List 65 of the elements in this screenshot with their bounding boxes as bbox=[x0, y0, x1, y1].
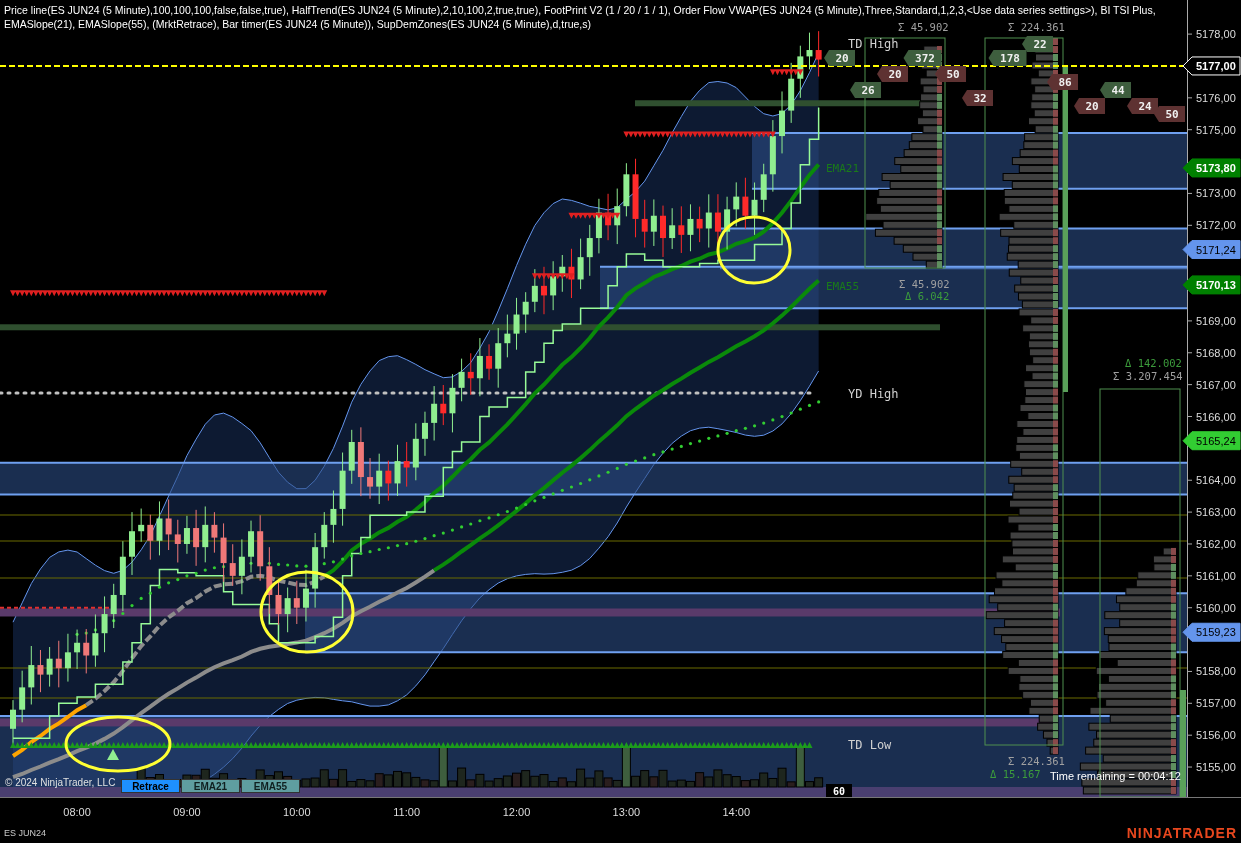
level-label: TD High bbox=[848, 36, 899, 51]
price-marker: 5173,80 bbox=[1182, 158, 1241, 178]
price-marker: 5171,24 bbox=[1182, 240, 1241, 259]
footprint-badge: 22 bbox=[1022, 36, 1053, 52]
price-tick-label: 5162,00 bbox=[1196, 537, 1236, 550]
footprint-badge: 32 bbox=[962, 90, 993, 106]
time-tick-label: 09:00 bbox=[173, 806, 201, 818]
price-tick-label: 5164,00 bbox=[1196, 474, 1236, 487]
volume-stat: Σ 3.207.454 bbox=[1113, 370, 1183, 382]
price-tick-label: 5157,00 bbox=[1196, 697, 1236, 710]
price-tick-label: 5172,00 bbox=[1196, 219, 1236, 232]
copyright-text: © 2024 NinjaTrader, LLC bbox=[5, 777, 116, 788]
indicator-toggle-button[interactable]: Retrace bbox=[121, 779, 180, 793]
price-tick-label: 5178,00 bbox=[1196, 28, 1236, 41]
volume-stat: Σ 224.361 bbox=[1008, 21, 1065, 33]
volume-stat: Δ 142.002 bbox=[1125, 357, 1182, 369]
time-tick-label: 11:00 bbox=[393, 806, 420, 818]
level-label: TD Low bbox=[848, 737, 892, 752]
footprint-badge: 20 bbox=[824, 50, 855, 66]
footprint-badge: 372 bbox=[903, 50, 942, 66]
footprint-badge: 178 bbox=[988, 50, 1027, 66]
price-tick-label: 5163,00 bbox=[1196, 506, 1236, 519]
time-tick-label: 10:00 bbox=[283, 806, 311, 818]
ema-label: EMA55 bbox=[826, 279, 860, 293]
footprint-badge: 26 bbox=[850, 82, 881, 98]
time-tick-label: 14:00 bbox=[722, 806, 750, 818]
price-tick-label: 5156,00 bbox=[1196, 729, 1236, 742]
price-tick-label: 5166,00 bbox=[1196, 410, 1236, 423]
price-tick-label: 5173,00 bbox=[1196, 187, 1236, 200]
time-tick-label: 13:00 bbox=[612, 806, 641, 818]
volume-stat: Σ 224.361 bbox=[1008, 755, 1065, 767]
price-tick-label: 5167,00 bbox=[1196, 378, 1236, 391]
price-tick-label: 5158,00 bbox=[1196, 665, 1236, 678]
price-tick-label: 5161,00 bbox=[1196, 569, 1236, 582]
time-tick-label: 08:00 bbox=[63, 806, 91, 818]
ema-label: EMA21 bbox=[826, 161, 860, 175]
price-tick-label: 5169,00 bbox=[1196, 314, 1236, 327]
brand-logo: NINJATRADER bbox=[1126, 824, 1237, 841]
price-marker: 5177,00 bbox=[1182, 56, 1241, 76]
footprint-badge: 44 bbox=[1100, 82, 1131, 98]
volume-stat: Σ 45.902 bbox=[899, 278, 950, 290]
footprint-badge: 24 bbox=[1127, 98, 1158, 114]
price-tick-label: 5176,00 bbox=[1196, 91, 1236, 104]
footprint-badge: 20 bbox=[1074, 98, 1105, 114]
footprint-badge: 50 bbox=[1154, 106, 1185, 122]
footprint-badge: 20 bbox=[877, 66, 908, 82]
price-tick-label: 5155,00 bbox=[1196, 761, 1236, 774]
time-remaining: Time remaining = 00:04:12 bbox=[1050, 770, 1181, 782]
volume-stat: Σ 45.902 bbox=[898, 21, 949, 33]
price-marker: 5165,24 bbox=[1182, 431, 1241, 451]
time-tick-label: 12:00 bbox=[502, 806, 531, 818]
indicator-toggle-button[interactable]: EMA55 bbox=[241, 779, 300, 793]
price-marker: 5159,23 bbox=[1182, 622, 1241, 642]
price-tick-label: 5168,00 bbox=[1196, 346, 1236, 359]
indicator-legend: EMASlope(21), EMASlope(55), (MrktRetrace), Bar timer(ES JUN24 (5 Minute)), SupDemZones(ES JUN24 (5 Minute),d,true,s) bbox=[4, 17, 591, 31]
instrument-label: ES JUN24 bbox=[4, 827, 47, 838]
volume-stat: Δ 6.042 bbox=[905, 290, 950, 302]
level-label: YD High bbox=[848, 387, 899, 402]
price-marker: 5170,13 bbox=[1182, 275, 1241, 295]
price-tick-label: 5175,00 bbox=[1196, 123, 1236, 136]
volume-stat: Δ 15.167 bbox=[990, 768, 1041, 780]
price-tick-label: 5160,00 bbox=[1196, 601, 1236, 614]
indicator-toggle-button[interactable]: EMA21 bbox=[181, 779, 240, 793]
indicator-legend: Price line(ES JUN24 (5 Minute),100,100,100,false,false,true), HalfTrend(ES JUN24 (5 Minute),2,10,100,2,true,true), FootPrint V2 (1 / 20 / 1 / 1), Order Flow VWAP(ES JUN24 (5 Minute),Three,Standard,1,2,3,<Use data series settings>), BI TSI Plus, bbox=[4, 3, 1156, 17]
bar-counter: 60 bbox=[826, 784, 852, 797]
